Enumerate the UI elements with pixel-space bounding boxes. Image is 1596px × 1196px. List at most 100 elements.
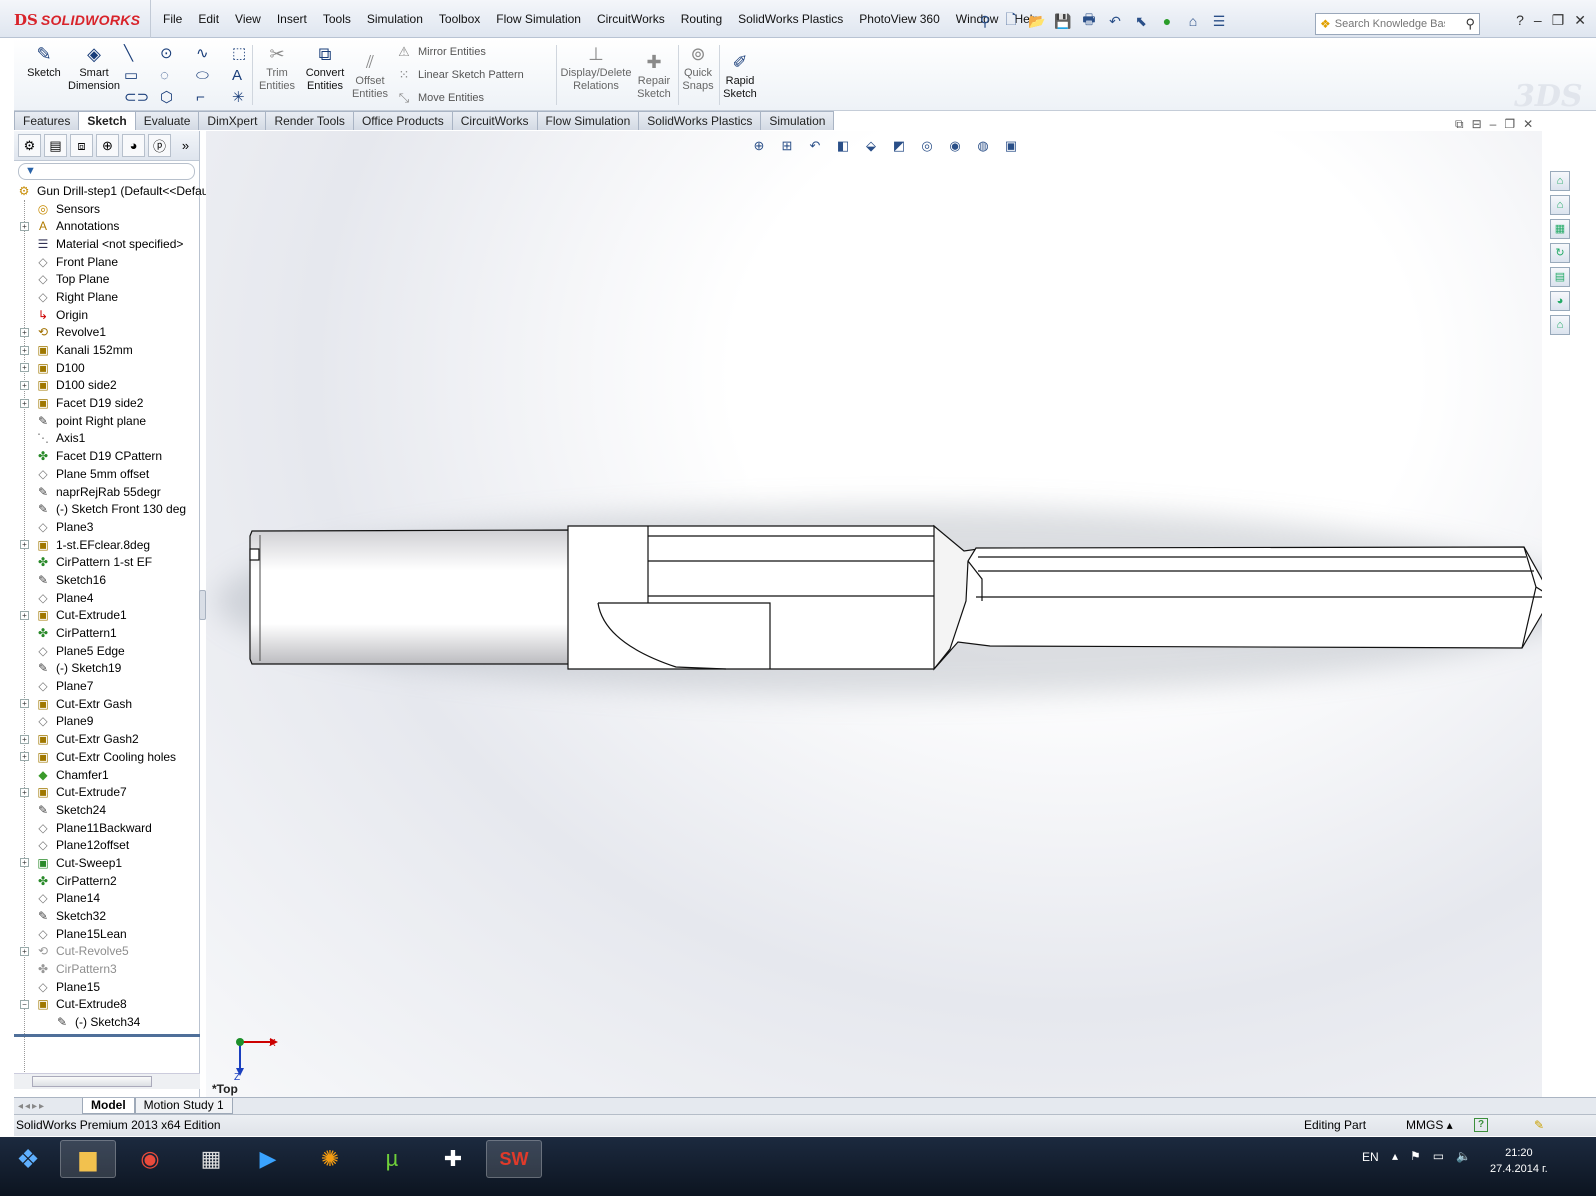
tab-scroll-arrows[interactable]: ◂◂▸▸: [14, 1101, 82, 1112]
expand-icon[interactable]: +: [20, 380, 29, 390]
network-icon[interactable]: ▭: [1433, 1149, 1444, 1163]
quick-tips-icon[interactable]: ?: [1474, 1118, 1488, 1132]
convert-entities-button[interactable]: ⧉ Convert Entities: [301, 43, 349, 93]
tab-sketch[interactable]: Sketch: [78, 111, 136, 130]
explorer-taskbar-icon[interactable]: ▆: [60, 1140, 116, 1178]
tree-item[interactable]: ◇ Plane9: [14, 713, 200, 731]
doc-restore-icon[interactable]: ❐: [1504, 117, 1515, 132]
tree-item[interactable]: ✎ Sketch24: [14, 801, 200, 819]
start-button-icon[interactable]: ❖: [4, 1140, 52, 1178]
spline-tool-icon[interactable]: ∿: [196, 43, 232, 65]
options-icon[interactable]: ☰: [1209, 11, 1229, 31]
avast-taskbar-icon[interactable]: ✺: [302, 1140, 358, 1178]
tree-item[interactable]: ⋱ Axis1: [14, 430, 200, 448]
solidworks-resources-icon[interactable]: ⌂: [1550, 171, 1570, 191]
polygon-tool-icon[interactable]: ⬡: [160, 87, 196, 109]
line-tool-icon[interactable]: ╲: [124, 43, 160, 65]
menu-item-photoview-360[interactable]: PhotoView 360: [851, 12, 948, 26]
tree-item[interactable]: ✎ point Right plane: [14, 412, 200, 430]
rapid-sketch-button[interactable]: ✐ Rapid Sketch: [720, 51, 760, 101]
media-player-classic-taskbar-icon[interactable]: ▦: [183, 1140, 239, 1178]
print-icon[interactable]: 🖶: [1079, 11, 1099, 31]
minimize-icon[interactable]: –: [1534, 12, 1542, 29]
restore-icon[interactable]: ❐: [1552, 12, 1565, 29]
tree-item[interactable]: ◇ Front Plane: [14, 253, 200, 271]
expand-icon[interactable]: +: [20, 221, 29, 231]
quick-snaps-button[interactable]: ⊚ Quick Snaps: [680, 43, 716, 93]
tree-item[interactable]: + ▣ Kanali 152mm: [14, 341, 200, 359]
tree-root-part[interactable]: ⚙ Gun Drill-step1 (Default<<Default: [14, 182, 215, 200]
utorrent-taskbar-icon[interactable]: µ: [364, 1140, 420, 1178]
close-icon[interactable]: ✕: [1574, 12, 1586, 29]
media-player-taskbar-icon[interactable]: ▶: [240, 1140, 296, 1178]
menu-item-simulation[interactable]: Simulation: [359, 12, 431, 26]
tree-item[interactable]: ◇ Plane11Backward: [14, 819, 200, 837]
tree-item[interactable]: ✤ CirPattern3: [14, 960, 200, 978]
tree-item[interactable]: ◇ Plane5 Edge: [14, 642, 200, 660]
search-knowledge-base[interactable]: ❖ ⚲: [1315, 13, 1480, 35]
tree-item[interactable]: ◇ Right Plane: [14, 288, 200, 306]
tree-item[interactable]: + A Annotations: [14, 217, 200, 235]
tree-item[interactable]: + ⟲ Revolve1: [14, 324, 200, 342]
edit-pencil-icon[interactable]: ✎: [1534, 1115, 1544, 1136]
tree-item[interactable]: ✎ Sketch16: [14, 571, 200, 589]
tab-flow-simulation[interactable]: Flow Simulation: [536, 111, 640, 130]
tree-item[interactable]: ✤ Facet D19 CPattern: [14, 447, 200, 465]
scrollbar-thumb[interactable]: [32, 1076, 152, 1087]
tree-item[interactable]: ✤ CirPattern1: [14, 624, 200, 642]
tree-item[interactable]: ◇ Plane12offset: [14, 836, 200, 854]
tree-item[interactable]: ◇ Top Plane: [14, 270, 200, 288]
expand-icon[interactable]: +: [20, 787, 29, 797]
search-input[interactable]: [1334, 18, 1445, 30]
file-properties-icon[interactable]: ⌂: [1183, 11, 1203, 31]
tree-item[interactable]: ◇ Plane15: [14, 978, 200, 996]
menu-item-circuitworks[interactable]: CircuitWorks: [589, 12, 673, 26]
menu-item-edit[interactable]: Edit: [190, 12, 227, 26]
linear-sketch-pattern-button[interactable]: ⁙ Linear Sketch Pattern: [396, 67, 524, 83]
circle-tool-icon[interactable]: ⊙: [160, 43, 196, 65]
tab-evaluate[interactable]: Evaluate: [134, 111, 200, 130]
clock[interactable]: 21:20 27.4.2014 г.: [1490, 1145, 1548, 1177]
property-manager-icon[interactable]: ▤: [44, 134, 67, 157]
rectangle-tool-icon[interactable]: ▭: [124, 65, 160, 87]
tree-item[interactable]: + ⟲ Cut-Revolve5: [14, 943, 200, 961]
arc-tool-icon[interactable]: ◌: [160, 65, 196, 87]
tree-item[interactable]: ✎ (-) Sketch Front 130 deg: [14, 500, 200, 518]
slot-tool-icon[interactable]: ⊂⊃: [124, 87, 160, 109]
tree-item[interactable]: + ▣ Cut-Extrude7: [14, 783, 200, 801]
tree-item[interactable]: ↳ Origin: [14, 306, 200, 324]
expand-icon[interactable]: +: [20, 398, 29, 408]
tree-item[interactable]: ✤ CirPattern 1-st EF: [14, 553, 200, 571]
tree-item[interactable]: ◇ Plane7: [14, 677, 200, 695]
tree-item[interactable]: ◇ Plane4: [14, 589, 200, 607]
doc-close-icon[interactable]: ✕: [1523, 117, 1533, 132]
open-folder-icon[interactable]: 📂: [1027, 11, 1047, 31]
display-delete-relations-button[interactable]: ⊥ Display/Delete Relations: [560, 43, 632, 93]
cascade-icon[interactable]: ⊟: [1472, 117, 1482, 132]
tree-item[interactable]: ◇ Plane 5mm offset: [14, 465, 200, 483]
smart-dimension-button[interactable]: ◈ Smart Dimension: [66, 43, 122, 93]
tree-item[interactable]: + ▣ Cut-Extrude1: [14, 607, 200, 625]
pane-splitter-grip[interactable]: [199, 590, 206, 620]
bottom-tab-model[interactable]: Model: [82, 1098, 135, 1114]
menu-item-file[interactable]: File: [155, 12, 190, 26]
search-pane-icon[interactable]: ↻: [1550, 243, 1570, 263]
units-selector[interactable]: MMGS ▴: [1406, 1115, 1453, 1136]
rebuild-icon[interactable]: ●: [1157, 11, 1177, 31]
expand-icon[interactable]: +: [20, 327, 29, 337]
tree-item[interactable]: ☰ Material <not specified>: [14, 235, 200, 253]
tile-icon[interactable]: ⧉: [1455, 117, 1464, 132]
action-center-flag-icon[interactable]: ⚑: [1410, 1149, 1421, 1163]
trim-entities-button[interactable]: ✂ Trim Entities: [257, 43, 297, 93]
tree-item[interactable]: ✎ (-) Sketch19: [14, 660, 200, 678]
ellipse-tool-icon[interactable]: ⬭: [196, 65, 232, 87]
file-explorer-icon[interactable]: ▦: [1550, 219, 1570, 239]
configuration-manager-icon[interactable]: ⧈: [70, 134, 93, 157]
language-indicator[interactable]: EN: [1362, 1150, 1379, 1164]
bottom-tab-motion-study-1[interactable]: Motion Study 1: [134, 1098, 233, 1114]
help-icon[interactable]: ?: [1516, 12, 1524, 29]
doc-minimize-icon[interactable]: –: [1490, 117, 1497, 132]
tree-item[interactable]: + ▣ 1-st.EFclear.8deg: [14, 536, 200, 554]
mirror-entities-button[interactable]: ⚠ Mirror Entities: [396, 44, 486, 60]
dimxpert-manager-icon[interactable]: ⊕: [96, 134, 119, 157]
